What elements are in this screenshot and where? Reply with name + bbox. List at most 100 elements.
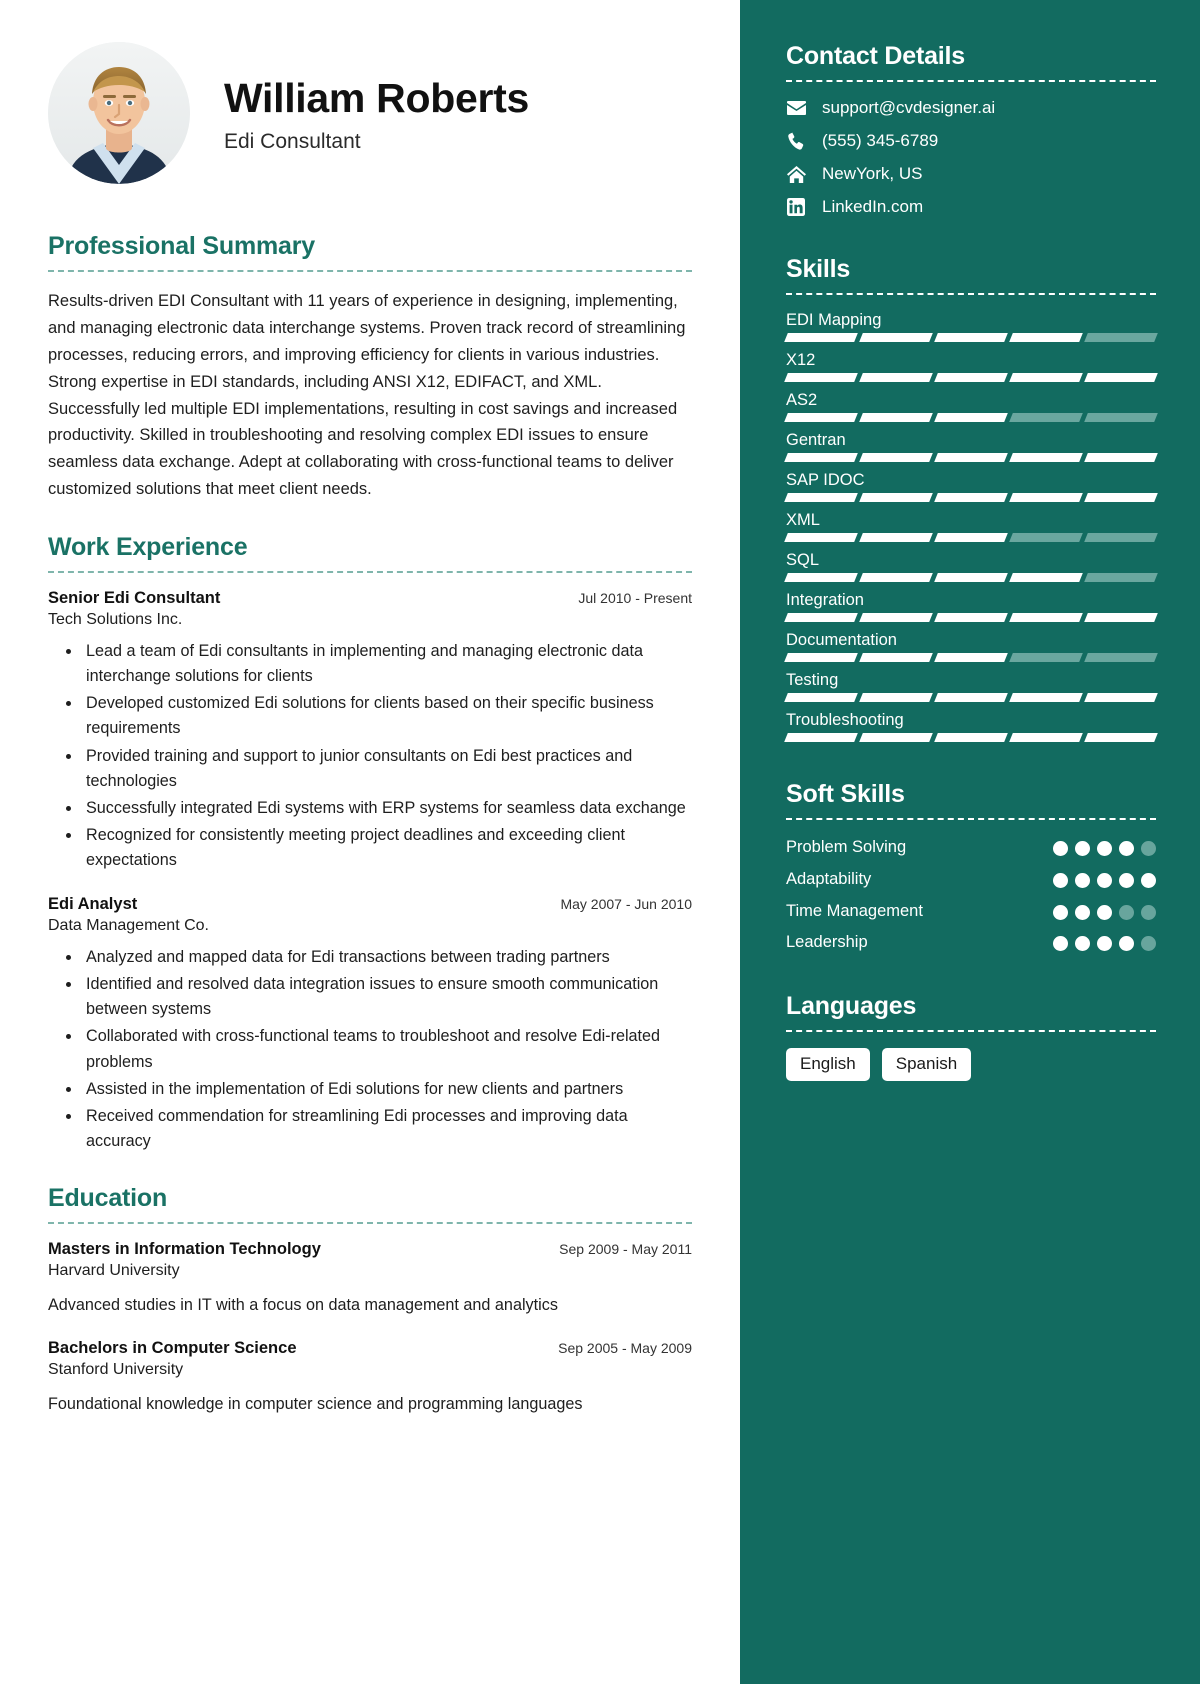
skill-segment <box>784 733 858 742</box>
soft-skill-row: Leadership <box>786 931 1156 954</box>
skill-segment <box>859 333 933 342</box>
skill-segment <box>1009 373 1083 382</box>
section-education: Education Masters in Information Technol… <box>48 1184 692 1417</box>
list-item: Provided training and support to junior … <box>82 744 692 794</box>
skill-segment <box>934 573 1008 582</box>
skill-level-bar <box>784 733 1158 742</box>
job-date-range: May 2007 - Jun 2010 <box>560 896 692 913</box>
skill-segment <box>859 613 933 622</box>
rating-dot <box>1097 936 1112 952</box>
skill-level-bar <box>784 453 1158 462</box>
skill-level-bar <box>784 333 1158 342</box>
skill-segment <box>934 533 1008 542</box>
soft-skill-row: Adaptability <box>786 868 1156 891</box>
skill-segment <box>859 653 933 662</box>
rating-dot <box>1097 841 1112 856</box>
sidebar-section-soft-skills: Soft Skills Problem Solving Adaptability T… <box>786 780 1156 954</box>
soft-skill-rating <box>1053 868 1156 888</box>
skill-segment <box>934 493 1008 502</box>
skill-segment <box>1084 613 1158 622</box>
skill-segment <box>1084 373 1158 382</box>
skill-label: SAP IDOC <box>786 471 865 489</box>
name-block: William Roberts Edi Consultant <box>224 72 529 154</box>
skill-label: XML <box>786 511 820 529</box>
contact-value: support@cvdesigner.ai <box>822 98 996 117</box>
soft-skill-label: Problem Solving <box>786 838 907 856</box>
skill-item: SAP IDOC <box>784 471 1158 502</box>
section-divider <box>48 270 692 272</box>
soft-skill-label: Adaptability <box>786 869 872 888</box>
job-bullet-list: Lead a team of Edi consultants in implem… <box>48 639 692 873</box>
education-entry: Masters in Information Technology Sep 200… <box>48 1240 692 1317</box>
skill-segment <box>1084 693 1158 702</box>
work-entry: Edi Analyst May 2007 - Jun 2010 Data Manag… <box>48 895 692 1154</box>
school-name: Harvard University <box>48 1261 180 1279</box>
sidebar-section-languages: Languages English Spanish <box>786 992 1156 1081</box>
rating-dot <box>1075 936 1090 952</box>
phone-icon <box>786 131 806 151</box>
contact-row[interactable]: NewYork, US <box>786 164 1156 184</box>
soft-skill-rating <box>1053 931 1156 952</box>
page-title: William Roberts <box>224 75 529 122</box>
list-item: Analyzed and mapped data for Edi transac… <box>82 945 692 970</box>
rating-dot <box>1119 841 1134 856</box>
rating-dot <box>1053 872 1068 888</box>
contact-value: (555) 345-6789 <box>822 131 939 150</box>
skill-segment <box>784 333 858 342</box>
skill-segment <box>1009 693 1083 702</box>
education-date-range: Sep 2009 - May 2011 <box>559 1240 692 1257</box>
rating-dot <box>1075 841 1090 856</box>
contact-row[interactable]: (555) 345-6789 <box>786 131 1156 151</box>
skill-label: AS2 <box>786 391 818 409</box>
skill-segment <box>1009 533 1083 542</box>
work-entry: Senior Edi Consultant Jul 2010 - Present T… <box>48 589 692 873</box>
degree-name: Masters in Information Technology <box>48 1239 321 1258</box>
skill-segment <box>784 573 858 582</box>
skill-label: Integration <box>786 591 864 609</box>
section-title-education: Education <box>48 1183 168 1212</box>
skill-segment <box>1009 453 1083 462</box>
linkedin-icon <box>786 197 806 217</box>
skill-segment <box>859 413 933 422</box>
skill-item: AS2 <box>784 391 1158 422</box>
skill-item: EDI Mapping <box>784 311 1158 342</box>
skill-segment <box>1084 533 1158 542</box>
work-list: Senior Edi Consultant Jul 2010 - Present T… <box>48 589 692 1154</box>
skill-segment <box>1009 653 1083 662</box>
skill-segment <box>934 333 1008 342</box>
rating-dot <box>1053 936 1068 952</box>
skill-segment <box>784 693 858 702</box>
skill-label: SQL <box>786 551 820 569</box>
skill-segment <box>934 733 1008 742</box>
skill-segment <box>1084 653 1158 662</box>
language-chip[interactable]: English <box>786 1048 870 1081</box>
skill-label: Troubleshooting <box>786 711 904 729</box>
rating-dot <box>1097 904 1112 920</box>
skill-segment <box>934 653 1008 662</box>
contact-row[interactable]: support@cvdesigner.ai <box>786 98 1156 118</box>
skill-segment <box>859 733 933 742</box>
education-entry: Bachelors in Computer Science Sep 2005 - … <box>48 1339 692 1416</box>
skill-segment <box>934 453 1008 462</box>
skill-segment <box>784 373 858 382</box>
skill-level-bar <box>784 573 1158 582</box>
language-chip[interactable]: Spanish <box>881 1048 972 1081</box>
rating-dot <box>1075 872 1090 888</box>
skill-segment <box>1084 493 1158 502</box>
skill-item: SQL <box>784 551 1158 582</box>
skill-item: Documentation <box>784 631 1158 662</box>
profile-photo-icon <box>48 42 190 184</box>
soft-skill-rating <box>1053 900 1156 920</box>
sidebar-title-soft-skills: Soft Skills <box>786 780 905 808</box>
skill-level-bar <box>784 693 1158 702</box>
contact-row[interactable]: LinkedIn.com <box>786 197 1156 217</box>
skill-segment <box>1009 733 1083 742</box>
rating-dot <box>1141 936 1156 952</box>
skill-level-bar <box>784 533 1158 542</box>
sidebar-title-skills: Skills <box>786 255 851 283</box>
rating-dot <box>1053 841 1068 856</box>
contact-list: support@cvdesigner.ai (555) 345-6789 NewYo… <box>786 98 1156 217</box>
skill-segment <box>1084 573 1158 582</box>
sidebar-title-languages: Languages <box>786 992 917 1021</box>
soft-skill-rating <box>1053 836 1156 856</box>
